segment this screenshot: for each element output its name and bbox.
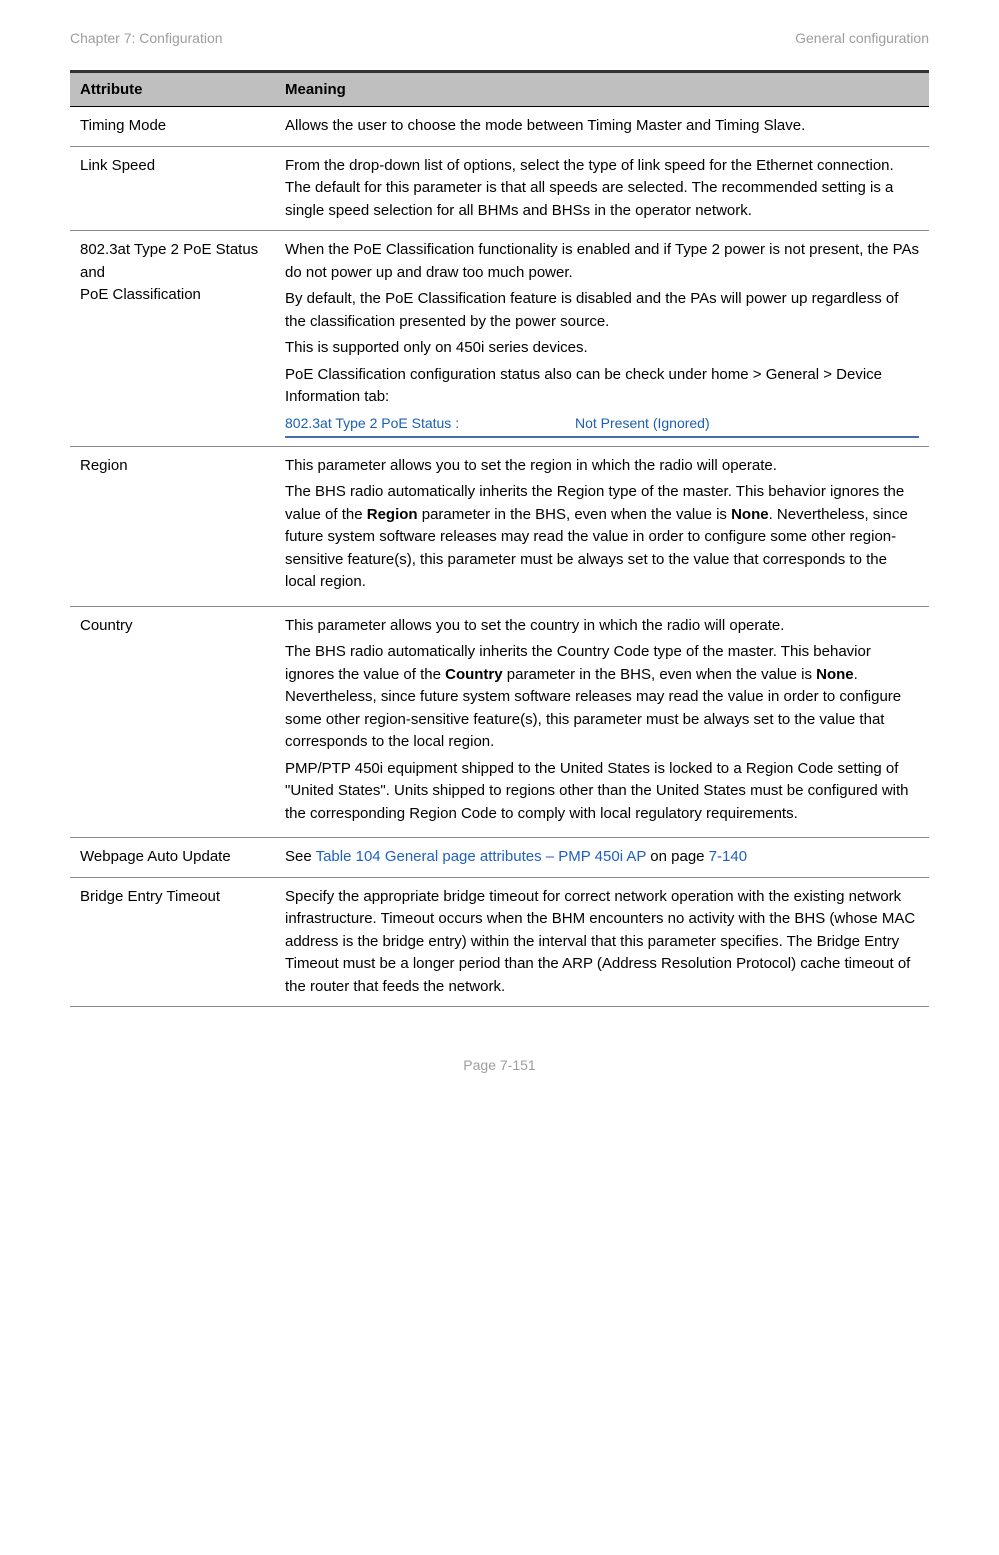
poe-p3: This is supported only on 450i series de… [285, 337, 919, 360]
meaning-bridge: Specify the appropriate bridge timeout f… [275, 877, 929, 1007]
meaning-webpage: See Table 104 General page attributes – … [275, 838, 929, 878]
table-row: Link Speed From the drop-down list of op… [70, 146, 929, 231]
poe-p1: When the PoE Classification functionalit… [285, 239, 919, 284]
section-title: General configuration [795, 30, 929, 46]
table-row: Region This parameter allows you to set … [70, 446, 929, 606]
attr-region: Region [70, 446, 275, 606]
meaning-country: This parameter allows you to set the cou… [275, 606, 929, 838]
page-header: Chapter 7: Configuration General configu… [70, 30, 929, 46]
region-p1: This parameter allows you to set the reg… [285, 455, 919, 478]
meaning-poe: When the PoE Classification functionalit… [275, 231, 929, 447]
meaning-timing-mode: Allows the user to choose the mode betwe… [275, 107, 929, 147]
country-p1: This parameter allows you to set the cou… [285, 615, 919, 638]
attr-country: Country [70, 606, 275, 838]
page-7-140-link[interactable]: 7-140 [709, 848, 747, 865]
page-footer: Page 7-151 [70, 1057, 929, 1073]
col-attribute: Attribute [70, 72, 275, 107]
chapter-title: Chapter 7: Configuration [70, 30, 223, 46]
poe-p4: PoE Classification configuration status … [285, 364, 919, 409]
meaning-link-speed: From the drop-down list of options, sele… [275, 146, 929, 231]
attr-poe: 802.3at Type 2 PoE Status and PoE Classi… [70, 231, 275, 447]
attr-poe-line2: PoE Classification [80, 286, 201, 303]
attributes-table: Attribute Meaning Timing Mode Allows the… [70, 70, 929, 1007]
table-104-link[interactable]: Table 104 General page attributes – PMP … [316, 848, 647, 865]
meaning-region: This parameter allows you to set the reg… [275, 446, 929, 606]
col-meaning: Meaning [275, 72, 929, 107]
attr-link-speed: Link Speed [70, 146, 275, 231]
poe-status-line: 802.3at Type 2 PoE Status : Not Present … [285, 413, 919, 438]
table-row: Country This parameter allows you to set… [70, 606, 929, 838]
country-p2: The BHS radio automatically inherits the… [285, 641, 919, 754]
attr-poe-line1: 802.3at Type 2 PoE Status and [80, 241, 258, 281]
country-p3: PMP/PTP 450i equipment shipped to the Un… [285, 758, 919, 826]
poe-status-label: 802.3at Type 2 PoE Status : [285, 413, 575, 434]
poe-status-value: Not Present (Ignored) [575, 413, 710, 434]
poe-p2: By default, the PoE Classification featu… [285, 288, 919, 333]
table-row: Webpage Auto Update See Table 104 Genera… [70, 838, 929, 878]
attr-timing-mode: Timing Mode [70, 107, 275, 147]
table-row: Bridge Entry Timeout Specify the appropr… [70, 877, 929, 1007]
table-row: 802.3at Type 2 PoE Status and PoE Classi… [70, 231, 929, 447]
attr-webpage: Webpage Auto Update [70, 838, 275, 878]
table-row: Timing Mode Allows the user to choose th… [70, 107, 929, 147]
attr-bridge: Bridge Entry Timeout [70, 877, 275, 1007]
region-p2: The BHS radio automatically inherits the… [285, 481, 919, 594]
